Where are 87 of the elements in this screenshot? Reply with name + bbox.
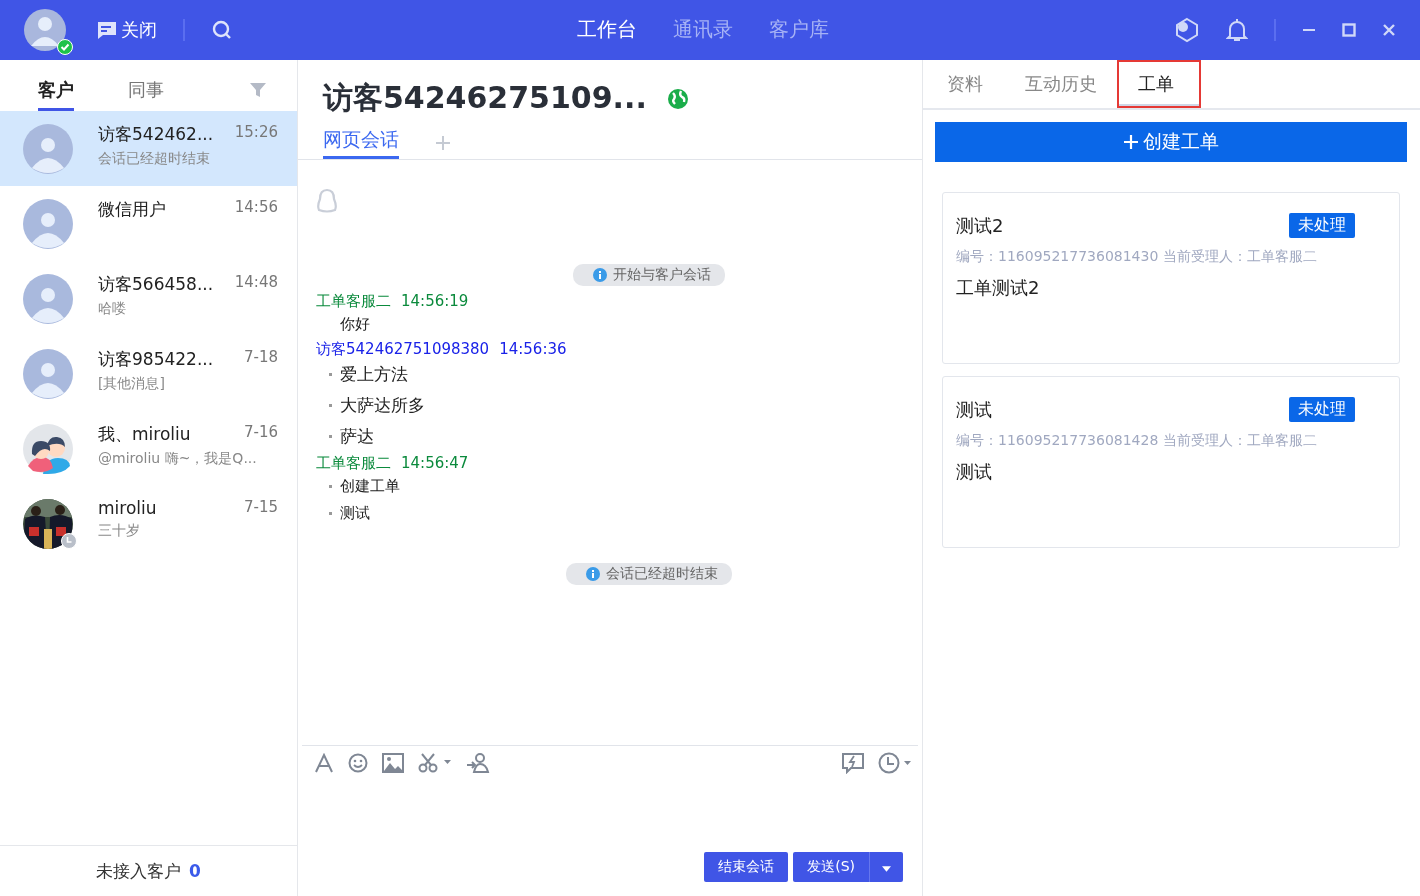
message-preview: 哈喽 [98,300,127,318]
contact-name: 访客542462... [98,123,214,146]
contact-name: 微信用户 [98,198,166,221]
penguin-icon [316,188,338,214]
notification-bell-icon[interactable] [1226,18,1248,42]
group-avatar-icon [23,423,73,474]
system-notice: 开始与客户会话 [573,264,725,286]
conversation-item[interactable]: miroliu 7-15 三十岁 [0,486,297,561]
ticket-meta: 编号：116095217736081428 当前受理人：工单客服二 [956,432,1318,450]
info-icon [586,567,600,581]
sender-name: 工单客服二 [316,292,391,311]
scissors-icon[interactable] [418,753,452,773]
message-preview: @miroliu 嗨~，我是Q... [98,450,258,468]
status-tag: 未处理 [1289,213,1355,238]
clock-icon[interactable] [878,752,912,774]
search-icon[interactable] [211,19,233,41]
message-time: 15:26 [234,123,278,143]
message-text: 大萨达所多 [340,394,425,417]
close-button[interactable]: 关闭 [97,18,157,42]
avatar-icon [23,123,73,174]
nav-tab[interactable]: 工作台 [577,16,637,43]
globe-icon [666,87,689,110]
contact-name: 访客985422... [98,348,214,371]
ticket-description: 工单测试2 [956,276,1041,300]
info-icon [593,268,607,282]
font-icon[interactable] [314,753,334,773]
maximize-icon[interactable] [1342,23,1356,37]
chat-tab[interactable]: 网页会话 [323,127,399,159]
image-icon[interactable] [382,753,404,773]
unassigned-count: 0 [189,861,201,881]
message-preview: 会话已经超时结束 [98,150,211,168]
plus-icon [1123,134,1139,150]
message-text: 萨达 [340,425,374,448]
message-text: 创建工单 [340,477,400,496]
message-time: 14:56:47 [401,454,469,473]
message-time: 7-18 [243,348,278,368]
ticket-description: 测试 [956,460,993,484]
filter-icon[interactable] [249,81,267,99]
chat-title: 访客54246275109... [323,79,647,117]
message-preview: [其他消息] [98,375,166,393]
conversation-item[interactable]: 访客985422... 7-18 [其他消息] [0,336,297,411]
message-time: 7-16 [243,423,278,443]
panel-tab[interactable]: 工单 [1119,62,1199,106]
message-time: 7-15 [243,498,278,518]
close-icon[interactable] [1382,23,1396,37]
unassigned-label: 未接入客户 [96,859,182,883]
ticket-title: 测试2 [956,213,1004,238]
message-time: 14:56:19 [401,292,469,311]
hexagon-icon[interactable] [1174,17,1200,43]
ticket-title: 测试 [956,397,992,422]
avatar-icon [23,198,73,249]
message-preview: 三十岁 [98,522,141,540]
conversation-item[interactable]: 我、miroliu 7-16 @miroliu 嗨~，我是Q... [0,411,297,486]
message-time: 14:48 [234,273,278,293]
ticket-card[interactable]: 测试2 未处理 编号：116095217736081430 当前受理人：工单客服二 工单测试2 [942,192,1400,364]
panel-tab[interactable]: 互动历史 [1025,62,1097,106]
conversation-item[interactable]: 访客566458... 14:48 哈喽 [0,261,297,336]
emoji-icon[interactable] [348,753,368,773]
user-avatar[interactable] [23,8,67,52]
conversation-item[interactable]: 微信用户 14:56 [0,186,297,261]
system-notice: 会话已经超时结束 [566,563,732,585]
status-tag: 未处理 [1289,397,1355,422]
avatar-icon [23,348,73,399]
message-text: 测试 [340,504,370,523]
ticket-meta: 编号：116095217736081430 当前受理人：工单客服二 [956,248,1318,266]
send-button[interactable]: 发送(S) [793,852,869,882]
conversation-item[interactable]: 访客542462... 15:26 会话已经超时结束 [0,111,297,186]
sender-name: 工单客服二 [316,454,391,473]
sidebar-tab[interactable]: 同事 [128,78,164,111]
contact-name: 我、miroliu [98,423,191,446]
message-icon [97,20,117,40]
create-ticket-button[interactable]: 创建工单 [935,122,1407,162]
message-text: 爱上方法 [340,363,408,386]
end-chat-button[interactable]: 结束会话 [704,852,789,882]
transfer-user-icon[interactable] [466,752,490,774]
quick-reply-icon[interactable] [842,752,864,774]
contact-name: 访客566458... [98,273,214,296]
message-text: 你好 [340,315,370,334]
caret-icon [882,866,891,872]
ticket-card[interactable]: 测试 未处理 编号：116095217736081428 当前受理人：工单客服二 测试 [942,376,1400,548]
sender-name: 访客542462751098380 [316,340,490,359]
message-time: 14:56 [234,198,278,218]
avatar-icon [23,273,73,324]
contact-name: miroliu [98,498,157,518]
message-time: 14:56:36 [499,340,567,359]
panel-tab[interactable]: 资料 [947,62,983,106]
send-options-button[interactable] [869,852,903,882]
